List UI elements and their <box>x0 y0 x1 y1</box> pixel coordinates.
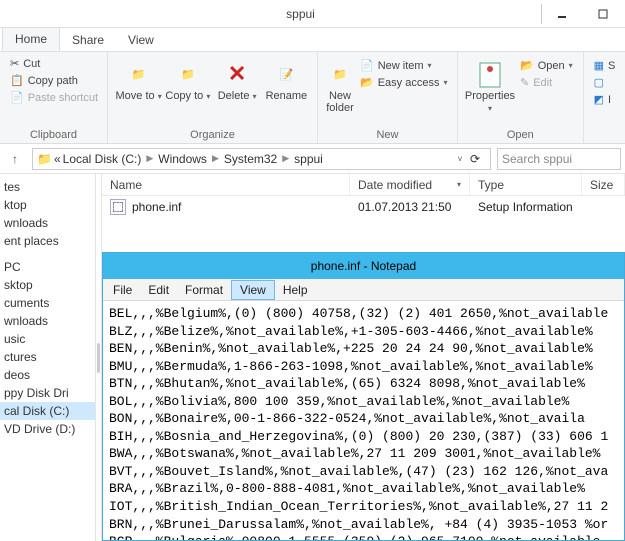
group-select: ▦S ▢ ◩I <box>584 52 625 143</box>
invert-selection-button[interactable]: ◩I <box>590 92 620 107</box>
cut-button[interactable]: ✂Cut <box>6 56 102 71</box>
folder-icon: 📁 <box>37 152 52 166</box>
rename-button[interactable]: 📝Rename <box>262 54 311 102</box>
copy-path-icon: 📋 <box>10 74 24 87</box>
nav-item[interactable]: usic <box>0 330 95 348</box>
crumb[interactable]: sppui <box>294 152 323 166</box>
nav-item[interactable]: deos <box>0 366 95 384</box>
nav-item[interactable]: ppy Disk Dri <box>0 384 95 402</box>
invert-icon: ◩ <box>594 93 604 106</box>
nav-item[interactable]: VD Drive (D:) <box>0 420 95 438</box>
nav-item[interactable]: wnloads <box>0 312 95 330</box>
nav-item[interactable]: wnloads <box>0 214 95 232</box>
nav-item[interactable]: cuments <box>0 294 95 312</box>
window-title: sppui <box>60 7 541 21</box>
up-button[interactable]: ↑ <box>4 148 26 170</box>
menu-edit[interactable]: Edit <box>140 281 177 299</box>
col-type: Type <box>470 174 582 195</box>
crumb[interactable]: System32 <box>224 152 277 166</box>
menu-format[interactable]: Format <box>177 281 231 299</box>
window-titlebar: sppui <box>0 0 625 28</box>
ribbon: ✂Cut 📋Copy path 📄Paste shortcut Clipboar… <box>0 52 625 144</box>
new-item-button[interactable]: 📄New item ▾ <box>356 58 451 73</box>
edit-button[interactable]: ✎Edit <box>516 75 577 90</box>
crumb[interactable]: Local Disk (C:) <box>63 152 142 166</box>
navigation-pane[interactable]: tesktopwnloadsent placesPCsktopcumentswn… <box>0 174 96 541</box>
column-headers[interactable]: Name Date modified▾ Type Size <box>102 174 625 196</box>
copy-to-button[interactable]: 📁Copy to ▾ <box>163 54 212 102</box>
group-organize: 📁Move to ▾ 📁Copy to ▾ ✕Delete ▾ 📝Rename … <box>108 52 318 143</box>
select-none-icon: ▢ <box>594 76 604 89</box>
minimize-button[interactable] <box>541 4 581 24</box>
delete-button[interactable]: ✕Delete ▾ <box>213 54 262 102</box>
group-open: Properties ▾ 📂Open ▾ ✎Edit Open <box>458 52 584 143</box>
edit-icon: ✎ <box>520 76 529 89</box>
open-icon: 📂 <box>520 59 534 72</box>
notepad-menubar: File Edit Format View Help <box>103 279 624 301</box>
easy-access-button[interactable]: 📂Easy access ▾ <box>356 75 451 90</box>
properties-icon <box>474 58 506 90</box>
menu-view[interactable]: View <box>231 280 275 300</box>
crumb[interactable]: Windows <box>158 152 207 166</box>
select-all-icon: ▦ <box>594 59 604 72</box>
notepad-window: phone.inf - Notepad File Edit Format Vie… <box>102 252 625 541</box>
copy-path-button[interactable]: 📋Copy path <box>6 73 102 88</box>
delete-icon: ✕ <box>221 58 253 90</box>
nav-item[interactable]: ent places <box>0 232 95 250</box>
col-size: Size <box>582 174 625 195</box>
ribbon-tabs: Home Share View <box>0 28 625 52</box>
menu-file[interactable]: File <box>105 281 140 299</box>
easy-access-icon: 📂 <box>360 76 374 89</box>
col-name: Name <box>102 174 350 195</box>
address-bar-row: ↑ 📁 « Local Disk (C:)▶ Windows▶ System32… <box>0 144 625 174</box>
nav-item[interactable]: cal Disk (C:) <box>0 402 95 420</box>
maximize-button[interactable] <box>583 4 623 24</box>
history-dropdown[interactable]: v <box>458 154 462 163</box>
nav-item[interactable]: ktop <box>0 196 95 214</box>
breadcrumb[interactable]: 📁 « Local Disk (C:)▶ Windows▶ System32▶ … <box>32 148 491 170</box>
menu-help[interactable]: Help <box>275 281 316 299</box>
nav-item[interactable]: PC <box>0 258 95 276</box>
inf-file-icon <box>110 199 126 215</box>
table-row[interactable]: phone.inf 01.07.2013 21:50 Setup Informa… <box>102 196 625 218</box>
paste-shortcut-icon: 📄 <box>10 91 24 104</box>
tab-home[interactable]: Home <box>2 27 60 51</box>
move-to-button[interactable]: 📁Move to ▾ <box>114 54 163 102</box>
nav-item[interactable]: ctures <box>0 348 95 366</box>
paste-shortcut-button[interactable]: 📄Paste shortcut <box>6 90 102 105</box>
rename-icon: 📝 <box>270 58 302 90</box>
tab-share[interactable]: Share <box>60 29 116 51</box>
open-button[interactable]: 📂Open ▾ <box>516 58 577 73</box>
nav-item[interactable]: tes <box>0 178 95 196</box>
new-item-icon: 📄 <box>360 59 374 72</box>
folder-move-icon: 📁 <box>123 58 155 90</box>
group-new: 📁New folder 📄New item ▾ 📂Easy access ▾ N… <box>318 52 458 143</box>
new-folder-icon: 📁 <box>324 58 356 90</box>
new-folder-button[interactable]: 📁New folder <box>324 54 356 114</box>
col-date: Date modified▾ <box>350 174 470 195</box>
refresh-button[interactable]: ⟳ <box>464 152 486 166</box>
folder-copy-icon: 📁 <box>172 58 204 90</box>
scissors-icon: ✂ <box>10 57 19 70</box>
notepad-titlebar[interactable]: phone.inf - Notepad <box>103 253 624 279</box>
notepad-text-area[interactable]: BEL,,,%Belgium%,(0) (800) 40758,(32) (2)… <box>103 301 624 540</box>
select-all-button[interactable]: ▦S <box>590 58 620 73</box>
tab-view[interactable]: View <box>116 29 166 51</box>
group-clipboard: ✂Cut 📋Copy path 📄Paste shortcut Clipboar… <box>0 52 108 143</box>
search-input[interactable]: Search sppui <box>497 148 621 170</box>
nav-item[interactable]: sktop <box>0 276 95 294</box>
properties-button[interactable]: Properties ▾ <box>464 54 516 114</box>
select-none-button[interactable]: ▢ <box>590 75 620 90</box>
